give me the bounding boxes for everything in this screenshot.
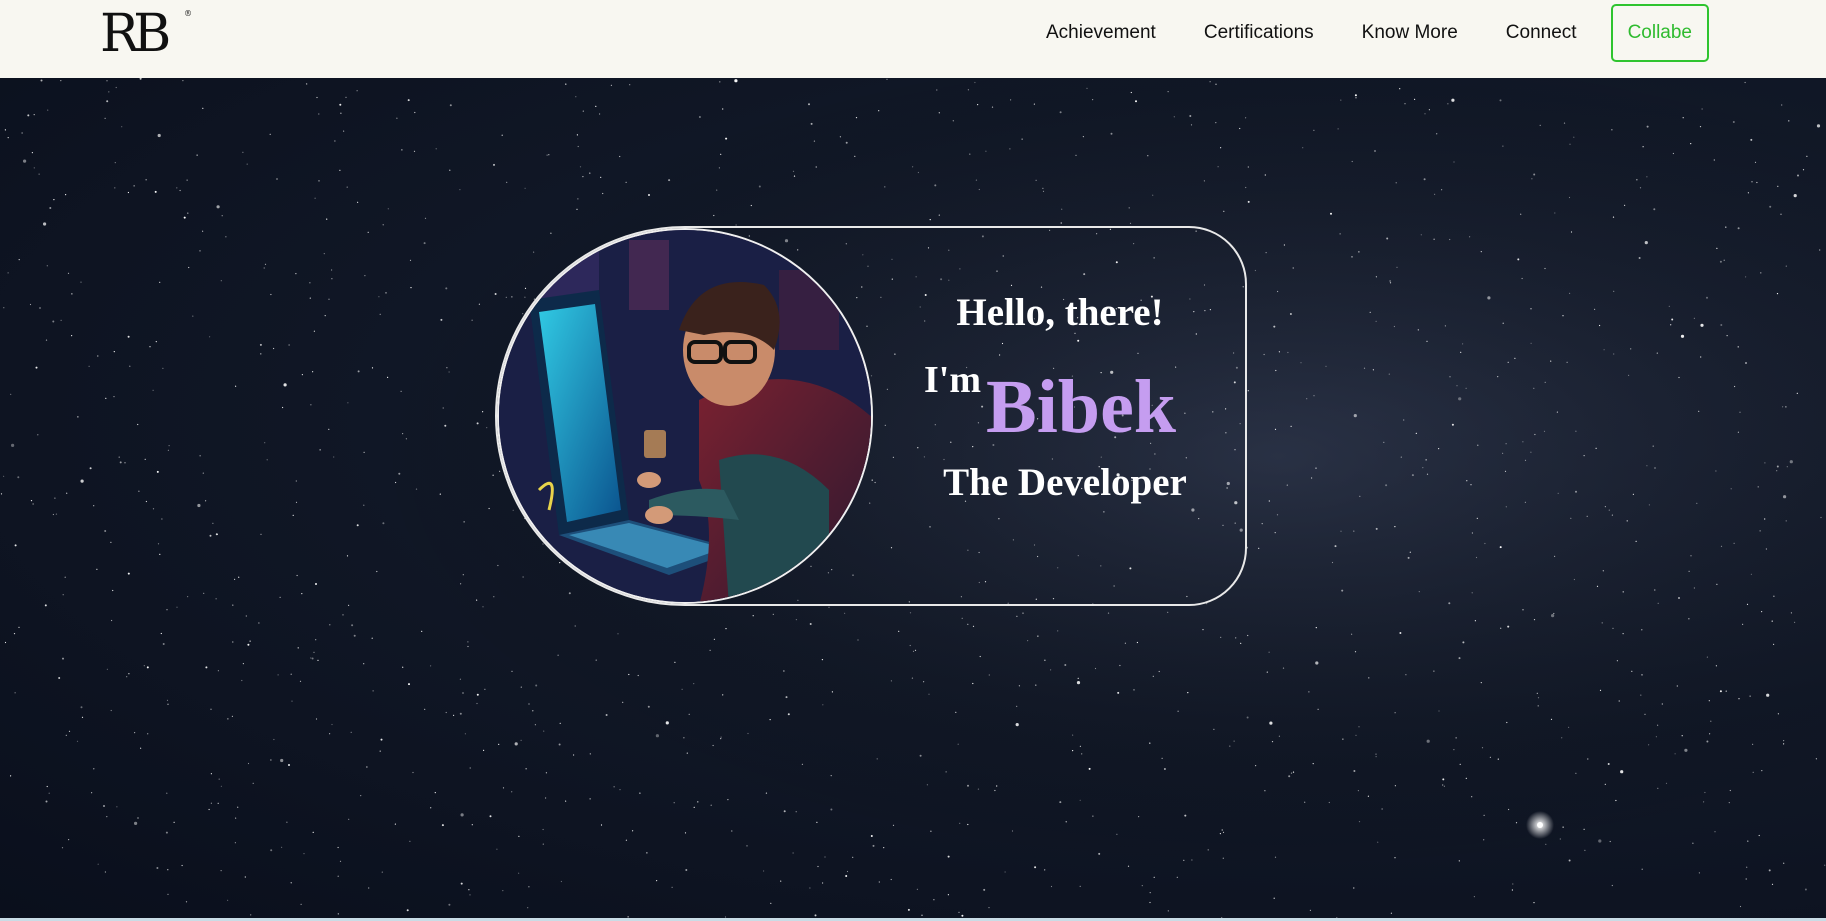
intro-label: I'm (924, 359, 981, 401)
role-text: The Developer (943, 461, 1187, 504)
nav-link-connect[interactable]: Connect (1506, 22, 1577, 44)
developer-name: Bibek (986, 365, 1177, 449)
nav-links: Achievement Certifications Know More Con… (1046, 4, 1709, 62)
site-logo[interactable]: RB ® (100, 6, 198, 62)
greeting-text: Hello, there! (956, 291, 1164, 334)
nav-link-certifications[interactable]: Certifications (1204, 22, 1314, 44)
navbar: RB ® Achievement Certifications Know Mor… (0, 0, 1826, 78)
logo-text: RB (100, 4, 171, 64)
nav-link-achievement[interactable]: Achievement (1046, 22, 1156, 44)
collab-button[interactable]: Collabe (1610, 4, 1709, 62)
nav-link-know-more[interactable]: Know More (1362, 22, 1458, 44)
registered-mark-icon: ® (184, 9, 192, 18)
developer-avatar-image (497, 228, 873, 604)
